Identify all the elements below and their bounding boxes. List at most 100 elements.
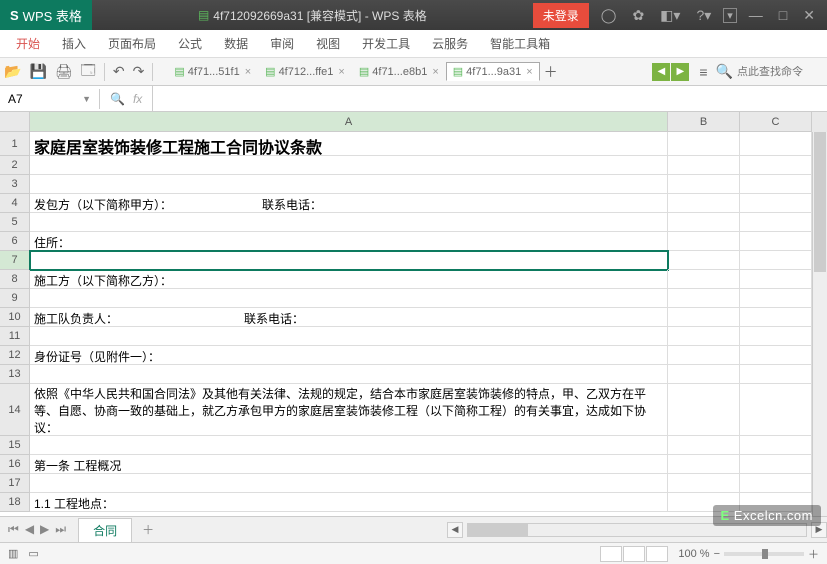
login-button[interactable]: 未登录 <box>533 3 589 28</box>
row-header[interactable]: 3 <box>0 175 30 194</box>
close-button[interactable]: ✕ <box>799 5 819 26</box>
minimize-button[interactable]: — <box>745 5 767 25</box>
row-header[interactable]: 15 <box>0 436 30 455</box>
scroll-left-button[interactable]: ◀ <box>447 522 463 538</box>
close-icon[interactable]: × <box>526 66 532 78</box>
cell[interactable] <box>740 384 812 436</box>
close-icon[interactable]: × <box>432 66 438 78</box>
cell[interactable]: 第一条 工程概况 <box>30 455 668 474</box>
sync-icon[interactable]: ◯ <box>597 5 621 26</box>
tab-prev-button[interactable]: ◀ <box>652 63 670 81</box>
cell[interactable] <box>740 327 812 346</box>
sheet-tab[interactable]: 合同 <box>78 518 132 542</box>
cell[interactable] <box>740 132 812 156</box>
cell[interactable] <box>30 327 668 346</box>
row-header[interactable]: 7 <box>0 251 30 270</box>
menu-formula[interactable]: 公式 <box>178 35 202 52</box>
close-icon[interactable]: × <box>245 66 251 78</box>
row-header[interactable]: 18 <box>0 493 30 512</box>
cell[interactable] <box>740 270 812 289</box>
cell[interactable]: 施工方（以下简称乙方）： <box>30 270 668 289</box>
row-header[interactable]: 1 <box>0 132 30 156</box>
cell[interactable] <box>668 156 740 175</box>
command-search-input[interactable] <box>737 66 827 78</box>
search-fx-icon[interactable]: 🔍 <box>110 92 125 106</box>
restore-icon[interactable]: ▾ <box>723 8 737 23</box>
column-header-b[interactable]: B <box>668 112 740 132</box>
cell[interactable] <box>668 384 740 436</box>
maximize-button[interactable]: □ <box>775 5 791 25</box>
cell[interactable] <box>668 289 740 308</box>
cell[interactable] <box>668 474 740 493</box>
cell[interactable] <box>668 213 740 232</box>
open-icon[interactable]: 📂 <box>0 61 25 82</box>
menu-insert[interactable]: 插入 <box>62 35 86 52</box>
cell[interactable]: 发包方（以下简称甲方）： 联系电话： <box>30 194 668 213</box>
cell[interactable] <box>740 194 812 213</box>
select-all-corner[interactable] <box>0 112 30 132</box>
cell[interactable] <box>668 194 740 213</box>
cell[interactable] <box>740 346 812 365</box>
cell[interactable] <box>740 308 812 327</box>
add-tab-icon[interactable]: ＋ <box>540 60 562 84</box>
scrollbar-thumb[interactable] <box>468 524 528 536</box>
skin-icon[interactable]: ◧▾ <box>656 5 684 26</box>
row-header[interactable]: 16 <box>0 455 30 474</box>
cell[interactable] <box>30 474 668 493</box>
doc-tab-1[interactable]: ▤4f71...51f1× <box>167 62 258 81</box>
cell[interactable] <box>668 232 740 251</box>
cell[interactable] <box>740 156 812 175</box>
cell[interactable] <box>30 156 668 175</box>
cell[interactable] <box>740 251 812 270</box>
close-icon[interactable]: × <box>338 66 344 78</box>
name-box[interactable]: A7▼ <box>0 89 100 109</box>
help-icon[interactable]: ?▾ <box>692 5 715 26</box>
cell[interactable] <box>740 474 812 493</box>
tab-next-button[interactable]: ▶ <box>671 63 689 81</box>
menu-smart[interactable]: 智能工具箱 <box>490 35 550 52</box>
cell[interactable] <box>30 251 668 270</box>
scrollbar-thumb[interactable] <box>814 132 826 272</box>
formula-input[interactable] <box>153 89 827 108</box>
cell[interactable] <box>740 289 812 308</box>
cell[interactable]: 依照《中华人民共和国合同法》及其他有关法律、法规的规定，结合本市家庭居室装饰装修… <box>30 384 668 436</box>
cell[interactable]: 1.1 工程地点： <box>30 493 668 512</box>
save-icon[interactable]: 💾 <box>25 61 50 82</box>
menu-layout[interactable]: 页面布局 <box>108 35 156 52</box>
sheet-first-icon[interactable]: ⏮ <box>6 522 21 537</box>
row-header[interactable]: 14 <box>0 384 30 436</box>
chevron-down-icon[interactable]: ▼ <box>82 94 91 104</box>
cell[interactable] <box>740 232 812 251</box>
menu-more-icon[interactable]: ≡ <box>695 62 711 82</box>
cell[interactable]: 住所： <box>30 232 668 251</box>
cell[interactable] <box>740 436 812 455</box>
row-header[interactable]: 10 <box>0 308 30 327</box>
cell[interactable] <box>668 175 740 194</box>
cell[interactable] <box>668 308 740 327</box>
menu-cloud[interactable]: 云服务 <box>432 35 468 52</box>
cell[interactable] <box>668 251 740 270</box>
menu-review[interactable]: 审阅 <box>270 35 294 52</box>
cell[interactable] <box>740 213 812 232</box>
cell[interactable] <box>30 175 668 194</box>
cell[interactable] <box>30 289 668 308</box>
row-header[interactable]: 5 <box>0 213 30 232</box>
print-icon[interactable]: 🗔 <box>77 58 100 86</box>
doc-tab-3[interactable]: ▤4f71...e8b1× <box>352 62 446 81</box>
column-header-c[interactable]: C <box>740 112 812 132</box>
menu-data[interactable]: 数据 <box>224 35 248 52</box>
row-header[interactable]: 17 <box>0 474 30 493</box>
row-header[interactable]: 6 <box>0 232 30 251</box>
row-header[interactable]: 8 <box>0 270 30 289</box>
cell[interactable] <box>740 455 812 474</box>
undo-icon[interactable]: ↶ <box>109 61 129 82</box>
cell[interactable] <box>668 327 740 346</box>
row-header[interactable]: 4 <box>0 194 30 213</box>
settings-icon[interactable]: ✿ <box>628 5 648 26</box>
cell[interactable] <box>30 436 668 455</box>
cell[interactable] <box>30 365 668 384</box>
doc-tab-4[interactable]: ▤4f71...9a31× <box>446 62 540 81</box>
cell[interactable] <box>668 132 740 156</box>
menu-dev[interactable]: 开发工具 <box>362 35 410 52</box>
vertical-scrollbar[interactable] <box>812 132 827 516</box>
